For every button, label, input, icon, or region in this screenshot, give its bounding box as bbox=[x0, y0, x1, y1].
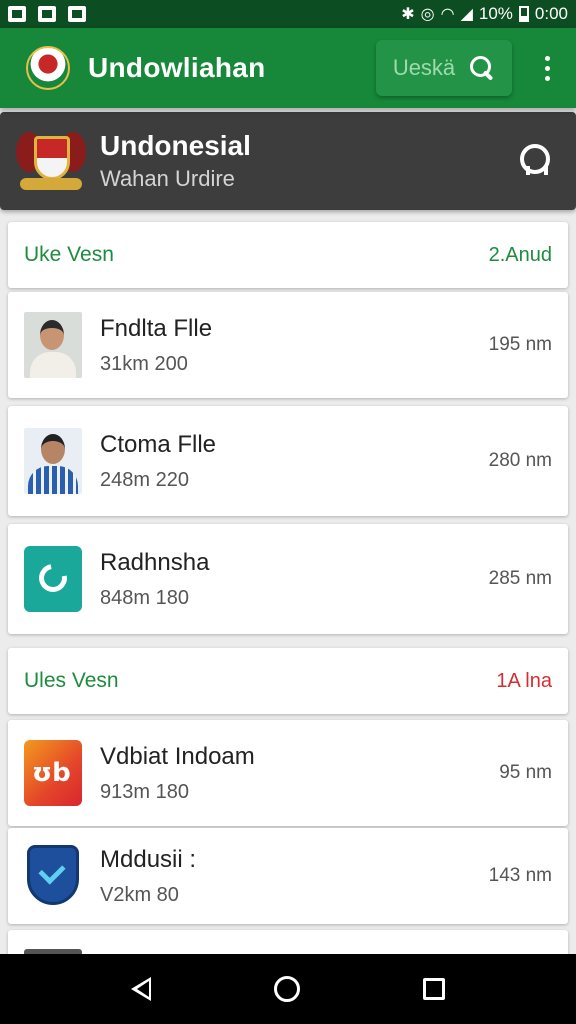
orange-ub-app-icon: ʊb bbox=[24, 740, 82, 806]
blue-shield-app-icon bbox=[24, 843, 82, 909]
more-vert-icon bbox=[544, 55, 550, 61]
profile-subtitle: Wahan Urdire bbox=[100, 166, 235, 191]
list-item[interactable]: Ctoma Flle 248m 220 280 nm bbox=[8, 406, 568, 516]
section-meta: 2.Anud bbox=[488, 243, 552, 266]
list-item-distance: 280 nm bbox=[488, 450, 552, 471]
list-item[interactable]: Fndlta Flle 31km 200 195 nm bbox=[8, 292, 568, 398]
search-icon bbox=[469, 55, 495, 81]
section-title: Ules Vesn bbox=[24, 669, 119, 692]
home-icon[interactable] bbox=[273, 976, 300, 1002]
list-item-subtitle: 913m 180 bbox=[100, 780, 189, 803]
crest-icon bbox=[26, 46, 70, 90]
list-item-title: Fndlta Flle bbox=[100, 314, 213, 342]
person-photo bbox=[24, 428, 82, 494]
bluetooth-icon: ✱ bbox=[401, 6, 415, 23]
list-item[interactable]: Radhnsha 848m 180 285 nm bbox=[8, 524, 568, 634]
clock: 0:00 bbox=[534, 4, 568, 23]
app-bar: Undowliahan Ueskä bbox=[0, 28, 576, 108]
list-item-title: Vdbiat Indoam bbox=[100, 742, 255, 770]
recents-icon[interactable] bbox=[422, 978, 445, 1000]
list-item-title: Ctoma Flle bbox=[100, 430, 217, 458]
person-photo bbox=[24, 312, 82, 378]
app-notification-icon bbox=[68, 6, 86, 22]
list-item-distance: 95 nm bbox=[499, 762, 552, 783]
profile-header[interactable]: Undonesial Wahan Urdire bbox=[0, 112, 576, 210]
signal-icon: ◢ bbox=[460, 6, 473, 23]
app-title: Undowliahan bbox=[88, 52, 266, 83]
list-item-subtitle: 248m 220 bbox=[100, 468, 189, 491]
profile-name: Undonesial bbox=[100, 130, 251, 161]
list-item-subtitle: V2km 80 bbox=[100, 883, 179, 906]
section-title: Uke Vesn bbox=[24, 243, 114, 266]
search-label: Ueskä bbox=[392, 55, 456, 80]
list-item-distance: 143 nm bbox=[488, 865, 552, 886]
battery-percent: 10% bbox=[478, 4, 513, 23]
crest-emblem bbox=[16, 128, 86, 194]
list-item[interactable]: Mddusii : V2km 80 143 nm bbox=[8, 828, 568, 924]
alarm-icon: ◎ bbox=[420, 6, 435, 23]
status-bar: ✱ ◎ ◠ ◢ 10% 0:00 bbox=[0, 0, 576, 28]
list-item-title: Radhnsha bbox=[100, 548, 210, 576]
list-item-title: Mddusii : bbox=[100, 845, 197, 873]
system-nav-bar bbox=[0, 954, 576, 1024]
section-meta: 1A lna bbox=[496, 669, 552, 692]
photo-notification-icon bbox=[38, 6, 56, 22]
teal-circle-app-icon bbox=[24, 546, 82, 612]
list-item-subtitle: 848m 180 bbox=[100, 586, 189, 609]
battery-icon bbox=[518, 6, 529, 22]
list-item-distance: 195 nm bbox=[488, 334, 552, 355]
location-pin-icon[interactable] bbox=[518, 144, 550, 178]
list-item[interactable]: ʊb Vdbiat Indoam 913m 180 95 nm bbox=[8, 720, 568, 826]
section-header[interactable]: Uke Vesn 2.Anud bbox=[8, 222, 568, 288]
list-item-distance: 285 nm bbox=[488, 568, 552, 589]
list-item-subtitle: 31km 200 bbox=[100, 352, 188, 375]
more-options-button[interactable] bbox=[532, 48, 562, 88]
search-button[interactable]: Ueskä bbox=[376, 40, 512, 96]
gmail-notification-icon bbox=[8, 6, 26, 22]
section-header[interactable]: Ules Vesn 1A lna bbox=[8, 648, 568, 714]
wifi-icon: ◠ bbox=[440, 6, 455, 23]
back-icon[interactable] bbox=[131, 977, 152, 1001]
